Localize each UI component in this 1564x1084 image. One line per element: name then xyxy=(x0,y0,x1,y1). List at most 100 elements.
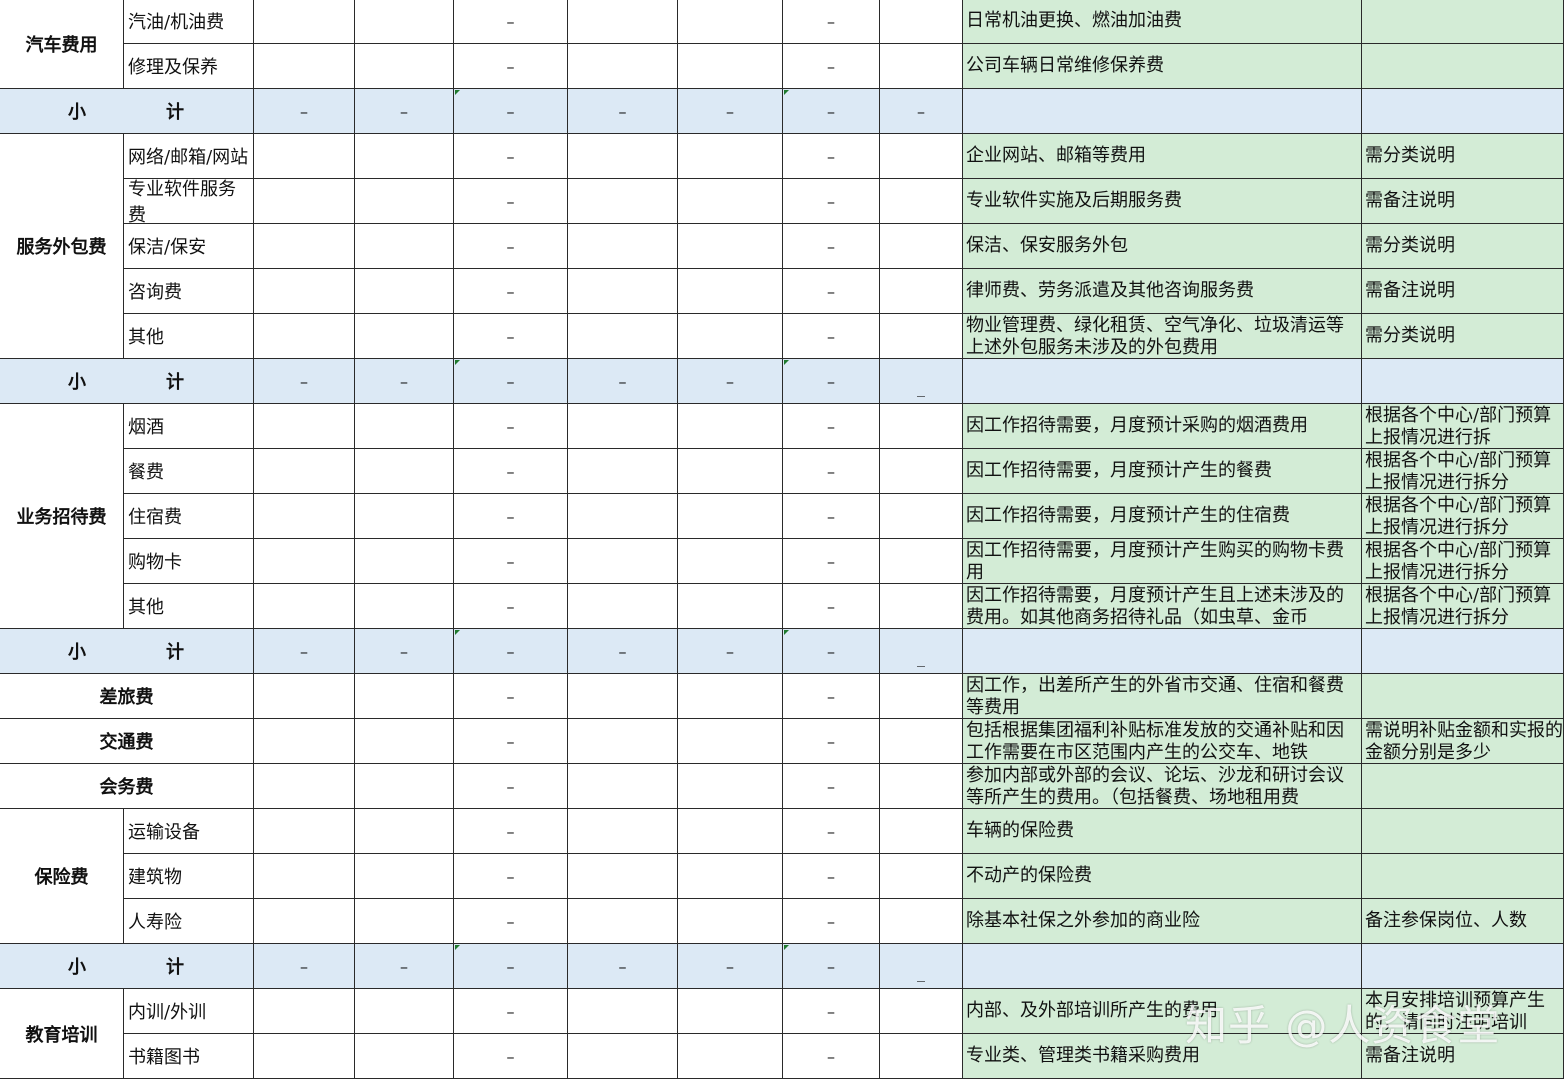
value-cell[interactable] xyxy=(880,269,963,314)
item-name-cell[interactable]: 餐费 xyxy=(124,449,254,494)
value-cell[interactable] xyxy=(254,809,355,854)
description-cell[interactable]: 因工作招待需要，月度预计产生购买的购物卡费用 xyxy=(963,539,1362,584)
subtotal-value[interactable]: – xyxy=(355,629,454,674)
value-cell[interactable] xyxy=(678,179,783,224)
description-cell[interactable]: 律师费、劳务派遣及其他咨询服务费 xyxy=(963,269,1362,314)
value-cell[interactable] xyxy=(678,134,783,179)
value-cell[interactable] xyxy=(880,584,963,629)
value-cell[interactable] xyxy=(355,674,454,719)
value-cell[interactable] xyxy=(568,404,678,449)
value-cell[interactable] xyxy=(254,224,355,269)
value-cell[interactable]: – xyxy=(783,179,880,224)
description-cell[interactable]: 因工作招待需要，月度预计产生的住宿费 xyxy=(963,494,1362,539)
item-name-cell[interactable]: 专业软件服务费 xyxy=(124,179,254,224)
value-cell[interactable] xyxy=(880,134,963,179)
item-name-cell[interactable]: 住宿费 xyxy=(124,494,254,539)
value-cell[interactable] xyxy=(355,269,454,314)
value-cell[interactable] xyxy=(254,584,355,629)
value-cell[interactable]: – xyxy=(783,494,880,539)
subtotal-value[interactable]: – xyxy=(783,629,880,674)
value-cell[interactable]: – xyxy=(454,224,568,269)
value-cell[interactable]: – xyxy=(454,179,568,224)
value-cell[interactable] xyxy=(254,494,355,539)
value-cell[interactable] xyxy=(355,134,454,179)
note-cell[interactable]: 需说明补贴金额和实报的金额分别是多少 xyxy=(1362,719,1564,764)
subtotal-value[interactable]: – xyxy=(355,359,454,404)
note-cell[interactable]: 备注参保岗位、人数 xyxy=(1362,899,1564,944)
value-cell[interactable] xyxy=(678,269,783,314)
note-cell[interactable] xyxy=(1362,674,1564,719)
value-cell[interactable] xyxy=(355,539,454,584)
value-cell[interactable] xyxy=(254,0,355,44)
value-cell[interactable]: – xyxy=(783,809,880,854)
value-cell[interactable] xyxy=(254,539,355,584)
value-cell[interactable] xyxy=(254,179,355,224)
subtotal-value[interactable]: _ xyxy=(880,359,963,404)
value-cell[interactable] xyxy=(880,494,963,539)
value-cell[interactable] xyxy=(355,0,454,44)
description-cell[interactable]: 因工作招待需要，月度预计产生且上述未涉及的费用。如其他商务招待礼品（如虫草、金币 xyxy=(963,584,1362,629)
value-cell[interactable]: – xyxy=(783,224,880,269)
value-cell[interactable]: – xyxy=(454,134,568,179)
note-cell[interactable]: 根据各个中心/部门预算上报情况进行拆分 xyxy=(1362,449,1564,494)
description-cell[interactable]: 企业网站、邮箱等费用 xyxy=(963,134,1362,179)
value-cell[interactable]: – xyxy=(454,269,568,314)
value-cell[interactable]: – xyxy=(783,134,880,179)
value-cell[interactable] xyxy=(568,809,678,854)
value-cell[interactable] xyxy=(678,314,783,359)
description-cell[interactable]: 专业软件实施及后期服务费 xyxy=(963,179,1362,224)
description-cell[interactable]: 参加内部或外部的会议、论坛、沙龙和研讨会议等所产生的费用。（包括餐费、场地租用费 xyxy=(963,764,1362,809)
subtotal-value[interactable]: _ xyxy=(880,944,963,989)
value-cell[interactable] xyxy=(568,0,678,44)
value-cell[interactable]: – xyxy=(783,1034,880,1079)
value-cell[interactable] xyxy=(678,764,783,809)
value-cell[interactable] xyxy=(880,404,963,449)
value-cell[interactable] xyxy=(568,224,678,269)
value-cell[interactable] xyxy=(880,719,963,764)
value-cell[interactable]: – xyxy=(454,449,568,494)
value-cell[interactable]: – xyxy=(783,854,880,899)
value-cell[interactable]: – xyxy=(783,674,880,719)
item-name-cell[interactable]: 运输设备 xyxy=(124,809,254,854)
value-cell[interactable]: – xyxy=(783,899,880,944)
value-cell[interactable] xyxy=(678,809,783,854)
subtotal-value[interactable]: – xyxy=(254,629,355,674)
subtotal-value[interactable]: – xyxy=(568,944,678,989)
value-cell[interactable] xyxy=(568,674,678,719)
item-name-cell[interactable]: 修理及保养 xyxy=(124,44,254,89)
value-cell[interactable]: – xyxy=(454,1034,568,1079)
description-cell[interactable]: 因工作，出差所产生的外省市交通、住宿和餐费等费用 xyxy=(963,674,1362,719)
value-cell[interactable] xyxy=(254,269,355,314)
value-cell[interactable] xyxy=(355,764,454,809)
value-cell[interactable] xyxy=(568,1034,678,1079)
subtotal-value[interactable]: _ xyxy=(880,629,963,674)
value-cell[interactable] xyxy=(355,179,454,224)
subtotal-value[interactable]: – xyxy=(678,359,783,404)
note-cell[interactable]: 根据各个中心/部门预算上报情况进行拆分 xyxy=(1362,539,1564,584)
value-cell[interactable]: – xyxy=(783,314,880,359)
value-cell[interactable]: – xyxy=(783,539,880,584)
value-cell[interactable]: – xyxy=(454,764,568,809)
value-cell[interactable] xyxy=(254,989,355,1034)
value-cell[interactable]: – xyxy=(783,404,880,449)
note-cell[interactable]: 需分类说明 xyxy=(1362,224,1564,269)
value-cell[interactable]: – xyxy=(454,899,568,944)
value-cell[interactable] xyxy=(568,584,678,629)
description-cell[interactable]: 专业类、管理类书籍采购费用 xyxy=(963,1034,1362,1079)
value-cell[interactable] xyxy=(880,224,963,269)
value-cell[interactable]: – xyxy=(783,719,880,764)
value-cell[interactable]: – xyxy=(454,494,568,539)
value-cell[interactable] xyxy=(880,764,963,809)
value-cell[interactable]: – xyxy=(783,0,880,44)
description-cell[interactable]: 公司车辆日常维修保养费 xyxy=(963,44,1362,89)
note-cell[interactable] xyxy=(1362,854,1564,899)
value-cell[interactable] xyxy=(678,719,783,764)
description-cell[interactable]: 不动产的保险费 xyxy=(963,854,1362,899)
item-name-cell[interactable]: 其他 xyxy=(124,314,254,359)
item-name-cell[interactable]: 人寿险 xyxy=(124,899,254,944)
value-cell[interactable] xyxy=(355,44,454,89)
value-cell[interactable]: – xyxy=(454,44,568,89)
item-name-cell[interactable]: 咨询费 xyxy=(124,269,254,314)
value-cell[interactable] xyxy=(568,494,678,539)
item-name-cell[interactable]: 网络/邮箱/网站 xyxy=(124,134,254,179)
